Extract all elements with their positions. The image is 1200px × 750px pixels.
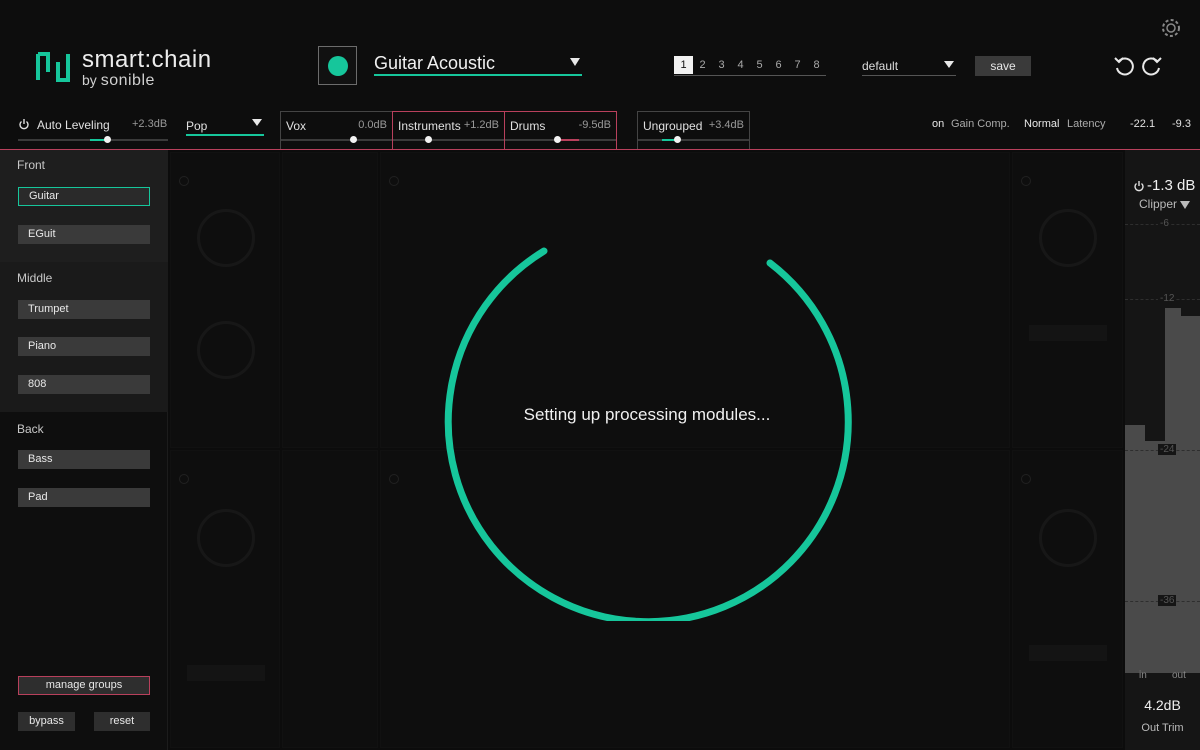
group-slider[interactable]: [393, 136, 504, 143]
auto-leveling-value: +2.3dB: [132, 118, 168, 130]
bypass-button[interactable]: bypass: [18, 712, 75, 731]
section-title: Back: [17, 422, 44, 436]
group-gain: 0.0dB: [358, 119, 387, 131]
chevron-down-icon: [944, 61, 954, 68]
logo-mark-icon: [36, 52, 70, 82]
track-item[interactable]: Trumpet: [18, 300, 150, 319]
slider-thumb[interactable]: [674, 136, 681, 143]
gain-comp-toggle[interactable]: on: [932, 118, 944, 130]
snapshot-slots: 1 2 3 4 5 6 7 8: [674, 56, 826, 76]
record-dot-icon: [327, 55, 348, 76]
meter-in-label: in: [1139, 670, 1147, 681]
manage-groups-button[interactable]: manage groups: [18, 676, 150, 695]
logo-title: smart:chain: [82, 46, 212, 73]
group-drums[interactable]: Drums -9.5dB: [504, 111, 617, 149]
record-button[interactable]: [318, 46, 357, 85]
preset-select-value: default: [862, 59, 899, 73]
slider-thumb[interactable]: [425, 136, 432, 143]
track-item[interactable]: EGuit: [18, 225, 150, 244]
latency-mode[interactable]: Normal: [1024, 118, 1059, 130]
profile-select-value: Guitar Acoustic: [374, 53, 496, 73]
limiter-mode-select[interactable]: Clipper: [1139, 197, 1177, 211]
out-trim-label: Out Trim: [1141, 722, 1184, 734]
smart-chain-logo: smart:chain by sonible: [36, 46, 296, 96]
latency-label: Latency: [1067, 118, 1106, 130]
track-item[interactable]: 808: [18, 375, 150, 394]
track-item[interactable]: Guitar: [18, 187, 150, 206]
group-bar: Auto Leveling +2.3dB Pop Vox 0.0dB Instr…: [0, 108, 1200, 150]
group-name: Drums: [510, 119, 546, 133]
track-sidebar: Front Guitar EGuit Middle Trumpet Piano …: [0, 150, 168, 750]
header: smart:chain by sonible Guitar Acoustic 1…: [0, 0, 1200, 108]
meter-bar-in: [1145, 441, 1165, 673]
auto-leveling-label: Auto Leveling: [37, 118, 110, 132]
logo-byline: by sonible: [82, 72, 155, 89]
slot-button[interactable]: 5: [750, 56, 769, 74]
preset-select[interactable]: default: [862, 57, 956, 76]
group-vox[interactable]: Vox 0.0dB: [280, 111, 393, 149]
meter-out-label: out: [1172, 670, 1186, 681]
slider-fill: [561, 139, 579, 141]
limiter-value: -1.3 dB: [1147, 177, 1196, 194]
output-meter-left: -22.1: [1130, 118, 1156, 130]
group-name: Instruments: [398, 119, 461, 133]
chevron-down-icon: [252, 119, 262, 126]
genre-select-value: Pop: [186, 119, 208, 133]
meter-scale: -6 -12 -24 -36: [1125, 218, 1200, 673]
genre-select[interactable]: Pop: [186, 117, 264, 136]
undo-icon[interactable]: [1113, 55, 1135, 77]
group-instruments[interactable]: Instruments +1.2dB: [392, 111, 505, 149]
save-button[interactable]: save: [975, 56, 1031, 76]
redo-icon[interactable]: [1141, 55, 1163, 77]
track-item[interactable]: Piano: [18, 337, 150, 356]
meter-bar-in: [1125, 425, 1145, 673]
power-icon[interactable]: [18, 118, 30, 130]
group-gain: +3.4dB: [708, 119, 744, 131]
slider-thumb[interactable]: [554, 136, 561, 143]
scale-tick: -36: [1125, 595, 1200, 606]
slider-thumb[interactable]: [104, 136, 111, 143]
slot-button[interactable]: 8: [807, 56, 826, 74]
group-name: Vox: [286, 119, 307, 133]
slider-thumb[interactable]: [350, 136, 357, 143]
section-title: Middle: [17, 271, 53, 285]
meter-bar-out: [1165, 308, 1181, 673]
group-slider[interactable]: [638, 136, 749, 143]
group-ungrouped[interactable]: Ungrouped +3.4dB: [637, 111, 750, 149]
chevron-down-icon: [570, 58, 580, 66]
meter-bar-out: [1181, 316, 1200, 673]
chevron-down-icon: [1180, 201, 1190, 209]
gear-icon[interactable]: [1160, 17, 1182, 39]
power-icon[interactable]: [1133, 180, 1145, 192]
slot-button[interactable]: 2: [693, 56, 712, 74]
gain-comp-label: Gain Comp.: [951, 118, 1010, 130]
track-item[interactable]: Pad: [18, 488, 150, 507]
output-meter-panel: -1.3 dB Clipper -6 -12 -24 -36 in out 4.…: [1125, 150, 1200, 750]
auto-leveling-slider[interactable]: [18, 136, 168, 143]
group-gain: -9.5dB: [578, 119, 611, 131]
group-slider[interactable]: [505, 136, 616, 143]
slot-button[interactable]: 3: [712, 56, 731, 74]
reset-button[interactable]: reset: [94, 712, 150, 731]
out-trim-value[interactable]: 4.2dB: [1125, 697, 1200, 713]
slot-button[interactable]: 1: [674, 56, 693, 74]
scale-tick: -24: [1125, 444, 1200, 455]
output-meter-right: -9.3: [1172, 118, 1191, 130]
section-title: Front: [17, 158, 46, 172]
section-middle: Middle Trumpet Piano 808: [0, 262, 168, 412]
section-back: Back Bass Pad: [0, 412, 168, 532]
group-name: Ungrouped: [643, 119, 703, 133]
track-item[interactable]: Bass: [18, 450, 150, 469]
profile-select[interactable]: Guitar Acoustic: [374, 53, 582, 76]
section-front: Front Guitar EGuit: [0, 150, 168, 262]
slot-button[interactable]: 6: [769, 56, 788, 74]
scale-tick: -12: [1125, 293, 1200, 304]
loading-message: Setting up processing modules...: [523, 405, 771, 424]
slot-button[interactable]: 7: [788, 56, 807, 74]
scale-tick: -6: [1125, 218, 1200, 229]
slot-button[interactable]: 4: [731, 56, 750, 74]
group-gain: +1.2dB: [463, 119, 499, 131]
group-slider[interactable]: [281, 136, 392, 143]
